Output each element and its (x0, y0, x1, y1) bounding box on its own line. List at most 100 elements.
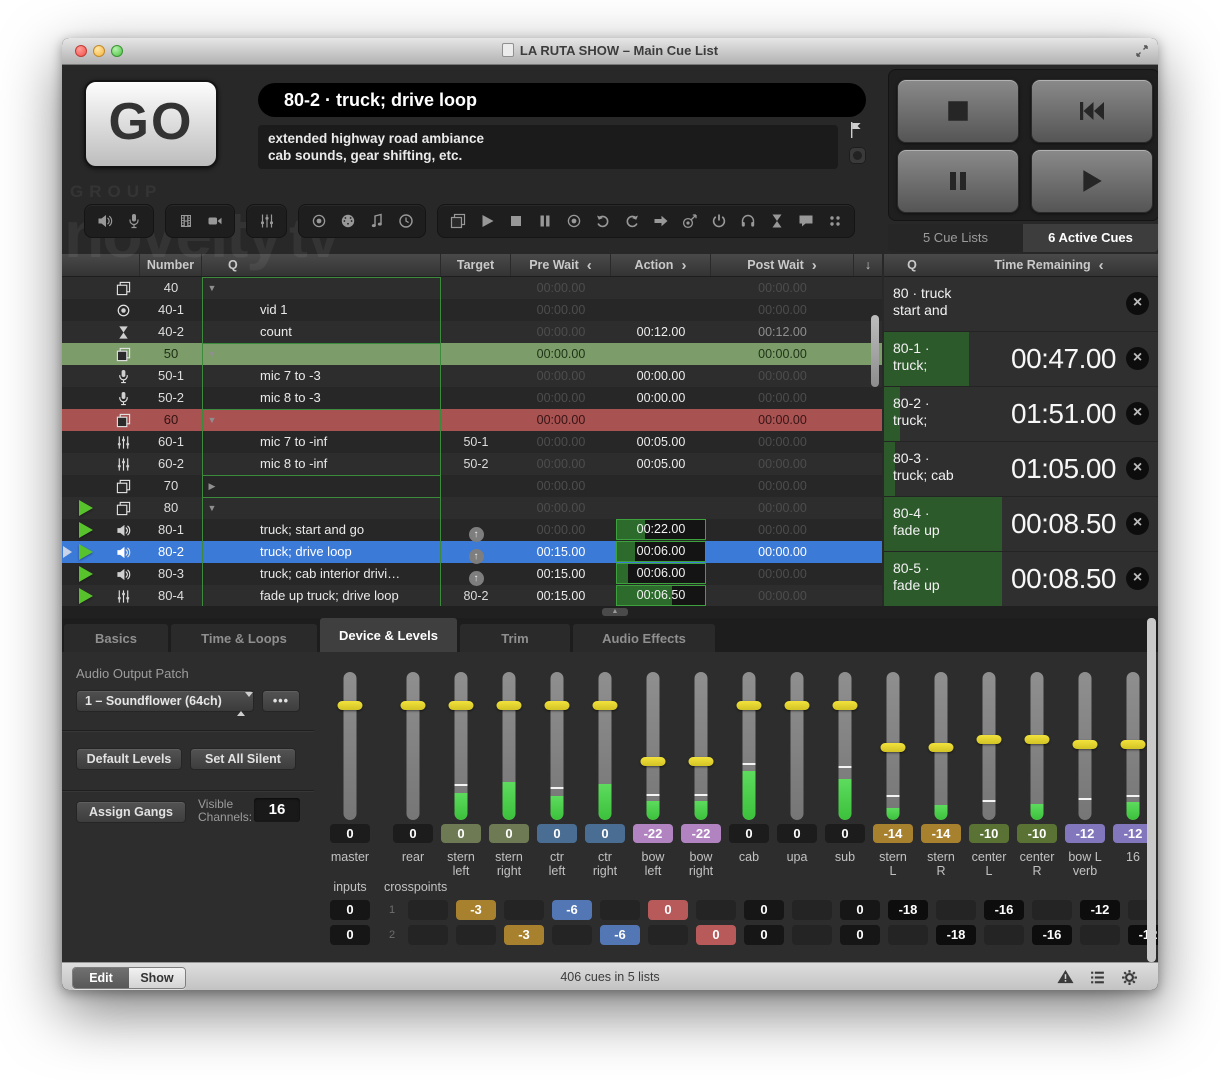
input-level-value[interactable]: 0 (330, 925, 370, 945)
channel-fader[interactable] (688, 672, 714, 820)
dots-icon[interactable] (820, 208, 849, 234)
list-icon[interactable] (1089, 969, 1106, 985)
show-mode-button[interactable]: Show (129, 968, 185, 988)
cue-row[interactable]: 60▼door mics out00:00.0000:00.00 (62, 409, 882, 431)
stop-cue-button[interactable]: × (1126, 347, 1149, 370)
chat-icon[interactable] (791, 208, 820, 234)
active-cue-row[interactable]: 80-3 ·truck; cab01:05.00× (884, 442, 1158, 497)
cue-row[interactable]: 50-2mic 8 to -300:00.0000:00.0000:00.00 (62, 387, 882, 409)
cue-row[interactable]: 80-4fade up truck; drive loop80-200:15.0… (62, 585, 882, 607)
tab-cue-lists[interactable]: 5 Cue Lists (888, 224, 1023, 252)
channel-fader[interactable] (496, 672, 522, 820)
tab-audio-effects[interactable]: Audio Effects (573, 624, 715, 652)
crosspoint-cell[interactable] (696, 900, 736, 920)
hourglass-icon[interactable] (762, 208, 791, 234)
channel-level-value[interactable]: 0 (393, 824, 433, 843)
cue-row[interactable]: 40▼vid 1 and countdown00:00.0000:00.00 (62, 277, 882, 299)
gear-icon[interactable] (1121, 969, 1138, 985)
stop-cue-button[interactable]: × (1126, 402, 1149, 425)
channel-fader[interactable] (640, 672, 666, 820)
column-number[interactable]: Number (140, 254, 202, 276)
active-cue-row[interactable]: 80-1 ·truck;00:47.00× (884, 332, 1158, 387)
note-icon[interactable] (362, 208, 391, 234)
channel-fader[interactable] (928, 672, 954, 820)
fader-handle[interactable] (881, 743, 906, 752)
channel-fader[interactable] (448, 672, 474, 820)
channel-level-value[interactable]: 0 (330, 824, 370, 843)
crosspoint-cell[interactable] (504, 900, 544, 920)
active-cue-row[interactable]: 80 · truckstart and× (884, 277, 1158, 332)
channel-level-value[interactable]: -22 (633, 824, 673, 843)
resume-all-button[interactable] (1031, 149, 1153, 213)
crosspoint-cell[interactable] (936, 900, 976, 920)
crosspoint-cell[interactable] (792, 900, 832, 920)
channel-fader[interactable] (736, 672, 762, 820)
crosspoint-cell[interactable] (1080, 925, 1120, 945)
fader-handle[interactable] (833, 701, 858, 710)
channel-fader[interactable] (337, 672, 363, 820)
crosspoint-cell[interactable]: 0 (840, 900, 880, 920)
crosspoint-cell[interactable]: -6 (600, 925, 640, 945)
disclosure-open-icon[interactable]: ▼ (203, 277, 221, 299)
column-target[interactable]: Target (441, 254, 511, 276)
pause-icon[interactable] (530, 208, 559, 234)
channel-level-value[interactable]: -10 (1017, 824, 1057, 843)
stop-icon[interactable] (501, 208, 530, 234)
channel-fader[interactable] (976, 672, 1002, 820)
camera-icon[interactable] (200, 208, 229, 234)
channel-level-value[interactable]: 0 (441, 824, 481, 843)
crosspoint-cell[interactable]: 0 (648, 900, 688, 920)
crosspoint-cell[interactable]: 0 (744, 925, 784, 945)
cue-row[interactable]: 40-2count00:00.0000:12.0000:12.00 (62, 321, 882, 343)
crosspoint-cell[interactable] (408, 900, 448, 920)
tab-basics[interactable]: Basics (64, 624, 168, 652)
fader-handle[interactable] (449, 701, 474, 710)
crosspoint-cell[interactable] (1032, 900, 1072, 920)
visible-channels-value[interactable]: 16 (254, 798, 300, 822)
cue-row[interactable]: 80-1truck; start and go↑00:00.0000:22.00… (62, 519, 882, 541)
channel-fader[interactable] (544, 672, 570, 820)
crosspoint-cell[interactable]: 0 (744, 900, 784, 920)
disclosure-open-icon[interactable]: ▼ (203, 343, 221, 365)
mic-icon[interactable] (119, 208, 148, 234)
active-q-header[interactable]: Q (884, 254, 940, 276)
time-remaining-header[interactable]: Time Remaining‹ (940, 254, 1158, 276)
warning-icon[interactable] (1057, 969, 1074, 985)
channel-fader[interactable] (592, 672, 618, 820)
film-icon[interactable] (171, 208, 200, 234)
zoom-window-button[interactable] (111, 45, 123, 57)
channel-fader[interactable] (880, 672, 906, 820)
faders-icon[interactable] (252, 208, 281, 234)
column-action[interactable]: Action› (611, 254, 711, 276)
crosspoint-cell[interactable] (552, 925, 592, 945)
patch-settings-button[interactable]: ••• (262, 690, 300, 712)
channel-level-value[interactable]: -14 (873, 824, 913, 843)
crosspoint-cell[interactable]: -12 (1080, 900, 1120, 920)
channel-level-value[interactable]: 0 (585, 824, 625, 843)
cue-row[interactable]: 70▶close and lock cargo doors00:00.0000:… (62, 475, 882, 497)
crosspoint-cell[interactable]: -3 (504, 925, 544, 945)
channel-fader[interactable] (400, 672, 426, 820)
disclosure-closed-icon[interactable]: ▶ (203, 475, 221, 497)
inspector-scrollbar[interactable] (1147, 618, 1156, 962)
fader-handle[interactable] (497, 701, 522, 710)
crosspoint-cell[interactable]: -16 (1032, 925, 1072, 945)
crosspoint-cell[interactable] (600, 900, 640, 920)
channel-level-value[interactable]: 0 (489, 824, 529, 843)
collapse-right-icon[interactable]: › (681, 257, 686, 274)
dart-icon[interactable] (675, 208, 704, 234)
arrow-icon[interactable] (646, 208, 675, 234)
stop-cue-button[interactable]: × (1126, 292, 1149, 315)
stop-cue-button[interactable]: × (1126, 457, 1149, 480)
cue-notes[interactable]: extended highway road ambiancecab sounds… (258, 125, 838, 169)
disclosure-open-icon[interactable]: ▼ (203, 409, 221, 431)
channel-level-value[interactable]: 0 (777, 824, 817, 843)
channel-level-value[interactable]: -14 (921, 824, 961, 843)
fader-handle[interactable] (929, 743, 954, 752)
active-cue-row[interactable]: 80-4 ·fade up00:08.50× (884, 497, 1158, 552)
column-post-wait[interactable]: Post Wait› (711, 254, 854, 276)
column-pre-wait[interactable]: Pre Wait‹ (511, 254, 611, 276)
audio-patch-select[interactable]: 1 – Soundflower (64ch) (76, 690, 254, 712)
channel-level-value[interactable]: 0 (537, 824, 577, 843)
channel-fader[interactable] (832, 672, 858, 820)
